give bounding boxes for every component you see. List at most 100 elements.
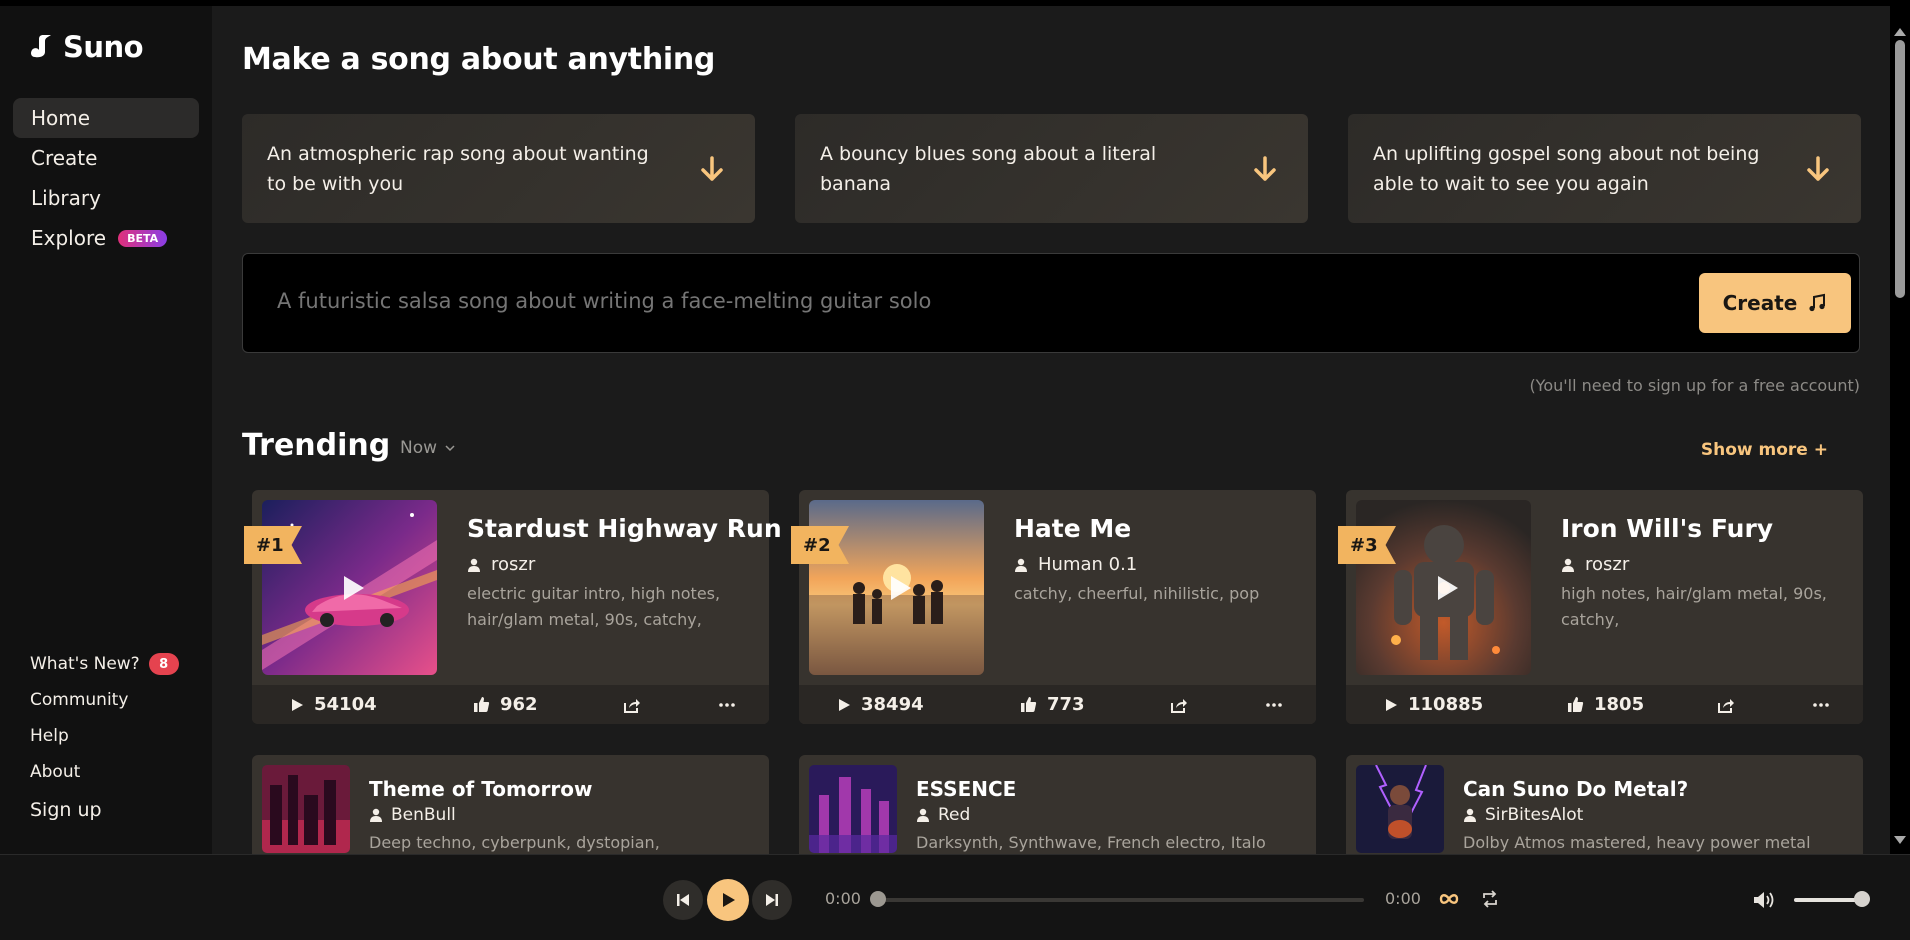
song-card[interactable]: ESSENCE Red Darksynth, Synthwave, French…: [799, 755, 1316, 854]
song-card[interactable]: #3 Iron Will's Fury roszr high notes, ha…: [1338, 490, 1863, 724]
song-stats-bar: 110885 1805: [1346, 685, 1863, 724]
main-content: Make a song about anything An atmospheri…: [212, 6, 1890, 854]
link-community[interactable]: Community: [30, 682, 179, 718]
like-button[interactable]: 1805: [1567, 694, 1717, 715]
page-scrollbar[interactable]: [1890, 6, 1910, 854]
play-icon: [839, 698, 850, 711]
song-author[interactable]: BenBull: [369, 805, 456, 825]
previous-track-button[interactable]: [663, 880, 703, 920]
song-author-name: roszr: [1585, 554, 1630, 575]
song-stats-bar: 54104 962: [252, 685, 769, 724]
song-card[interactable]: Theme of Tomorrow BenBull Deep techno, c…: [252, 755, 769, 854]
repeat-icon[interactable]: [1480, 889, 1500, 909]
like-button[interactable]: 773: [1020, 694, 1170, 715]
like-button[interactable]: 962: [473, 694, 623, 715]
share-icon: [624, 698, 640, 713]
song-title[interactable]: ESSENCE: [916, 777, 1016, 801]
infinite-loop-icon[interactable]: [1439, 885, 1459, 913]
song-card[interactable]: Can Suno Do Metal? SirBitesAlot Dolby At…: [1346, 755, 1863, 854]
song-author-name: Red: [938, 805, 971, 825]
song-title[interactable]: Hate Me: [1014, 514, 1131, 543]
link-sign-up[interactable]: Sign up: [30, 792, 179, 828]
logo[interactable]: Suno: [29, 30, 144, 64]
share-button[interactable]: [623, 697, 719, 713]
show-more-link[interactable]: Show more +: [1701, 440, 1828, 460]
nav-library[interactable]: Library: [13, 178, 199, 218]
play-count[interactable]: 38494: [837, 694, 1020, 715]
song-author[interactable]: Human 0.1: [1014, 554, 1137, 575]
chevron-down-icon: [445, 445, 455, 452]
play-count-value: 54104: [314, 694, 377, 715]
link-help-label: Help: [30, 726, 69, 746]
song-prompt-input[interactable]: [277, 289, 1457, 313]
more-options-button[interactable]: [719, 702, 735, 707]
song-author-name: BenBull: [391, 805, 456, 825]
link-whats-new[interactable]: What's New? 8: [30, 646, 179, 682]
progress-bar[interactable]: [872, 898, 1364, 902]
volume-knob[interactable]: [1854, 891, 1870, 907]
song-stats-bar: 38494 773: [799, 685, 1316, 724]
skip-next-icon: [766, 894, 778, 906]
progress-knob[interactable]: [870, 891, 886, 907]
song-cover-art[interactable]: [262, 765, 350, 853]
music-note-icon: [1809, 293, 1826, 312]
nav-explore[interactable]: Explore BETA: [13, 218, 199, 258]
nav-create[interactable]: Create: [13, 138, 199, 178]
scroll-down-arrow-icon[interactable]: [1894, 836, 1906, 844]
audio-player: 0:00 0:00: [0, 854, 1910, 940]
song-card[interactable]: #1 Stardust Highway Run roszr electric g…: [244, 490, 782, 724]
thumbs-up-icon: [1021, 697, 1037, 712]
song-title[interactable]: Stardust Highway Run: [467, 514, 782, 543]
song-cover-art[interactable]: [1356, 765, 1444, 853]
play-icon[interactable]: [1428, 570, 1464, 606]
play-count[interactable]: 54104: [290, 694, 473, 715]
suggestion-text: An uplifting gospel song about not being…: [1373, 142, 1760, 195]
song-author[interactable]: roszr: [1561, 554, 1629, 575]
play-pause-button[interactable]: [707, 879, 749, 921]
song-title[interactable]: Iron Will's Fury: [1561, 514, 1773, 543]
suggestion-list: An atmospheric rap song about wanting to…: [242, 114, 1861, 223]
trending-time-filter[interactable]: Now: [400, 438, 455, 458]
person-icon: [1562, 558, 1574, 572]
play-count-value: 38494: [861, 694, 924, 715]
link-about[interactable]: About: [30, 754, 179, 790]
nav-library-label: Library: [31, 186, 101, 210]
song-author[interactable]: Red: [916, 805, 970, 825]
link-help[interactable]: Help: [30, 718, 179, 754]
nav-home-label: Home: [31, 106, 91, 130]
create-button[interactable]: Create: [1699, 273, 1851, 333]
share-button[interactable]: [1170, 697, 1266, 713]
suggestion-card[interactable]: An uplifting gospel song about not being…: [1348, 114, 1861, 223]
volume-slider[interactable]: [1794, 898, 1862, 902]
volume-icon[interactable]: [1752, 889, 1776, 911]
play-icon[interactable]: [881, 570, 917, 606]
play-count[interactable]: 110885: [1384, 694, 1567, 715]
song-title[interactable]: Theme of Tomorrow: [369, 777, 592, 801]
person-icon: [917, 808, 929, 822]
more-options-button[interactable]: [1266, 702, 1282, 707]
scroll-up-arrow-icon[interactable]: [1894, 28, 1906, 36]
more-options-button[interactable]: [1813, 702, 1829, 707]
trending-cards: #1 Stardust Highway Run roszr electric g…: [244, 490, 1863, 724]
song-card[interactable]: #2 Hate Me Human 0.1 catchy, cheerful, n…: [791, 490, 1316, 724]
song-cover-art[interactable]: [809, 765, 897, 853]
person-icon: [370, 808, 382, 822]
next-track-button[interactable]: [752, 880, 792, 920]
song-author[interactable]: roszr: [467, 554, 535, 575]
share-button[interactable]: [1717, 697, 1813, 713]
suggestion-card[interactable]: A bouncy blues song about a literal bana…: [795, 114, 1308, 223]
play-icon[interactable]: [334, 570, 370, 606]
suggestion-card[interactable]: An atmospheric rap song about wanting to…: [242, 114, 755, 223]
song-title[interactable]: Can Suno Do Metal?: [1463, 777, 1688, 801]
share-icon: [1718, 698, 1734, 713]
like-count-value: 962: [500, 694, 538, 715]
nav-home[interactable]: Home: [13, 98, 199, 138]
trending-title: Trending: [242, 428, 391, 463]
link-sign-up-label: Sign up: [30, 799, 102, 821]
song-author[interactable]: SirBitesAlot: [1463, 805, 1583, 825]
thumbs-up-icon: [474, 697, 490, 712]
scroll-thumb[interactable]: [1895, 40, 1905, 298]
person-icon: [1464, 808, 1476, 822]
arrow-down-icon: [1254, 155, 1276, 181]
song-tags: high notes, hair/glam metal, 90s, catchy…: [1561, 584, 1827, 629]
